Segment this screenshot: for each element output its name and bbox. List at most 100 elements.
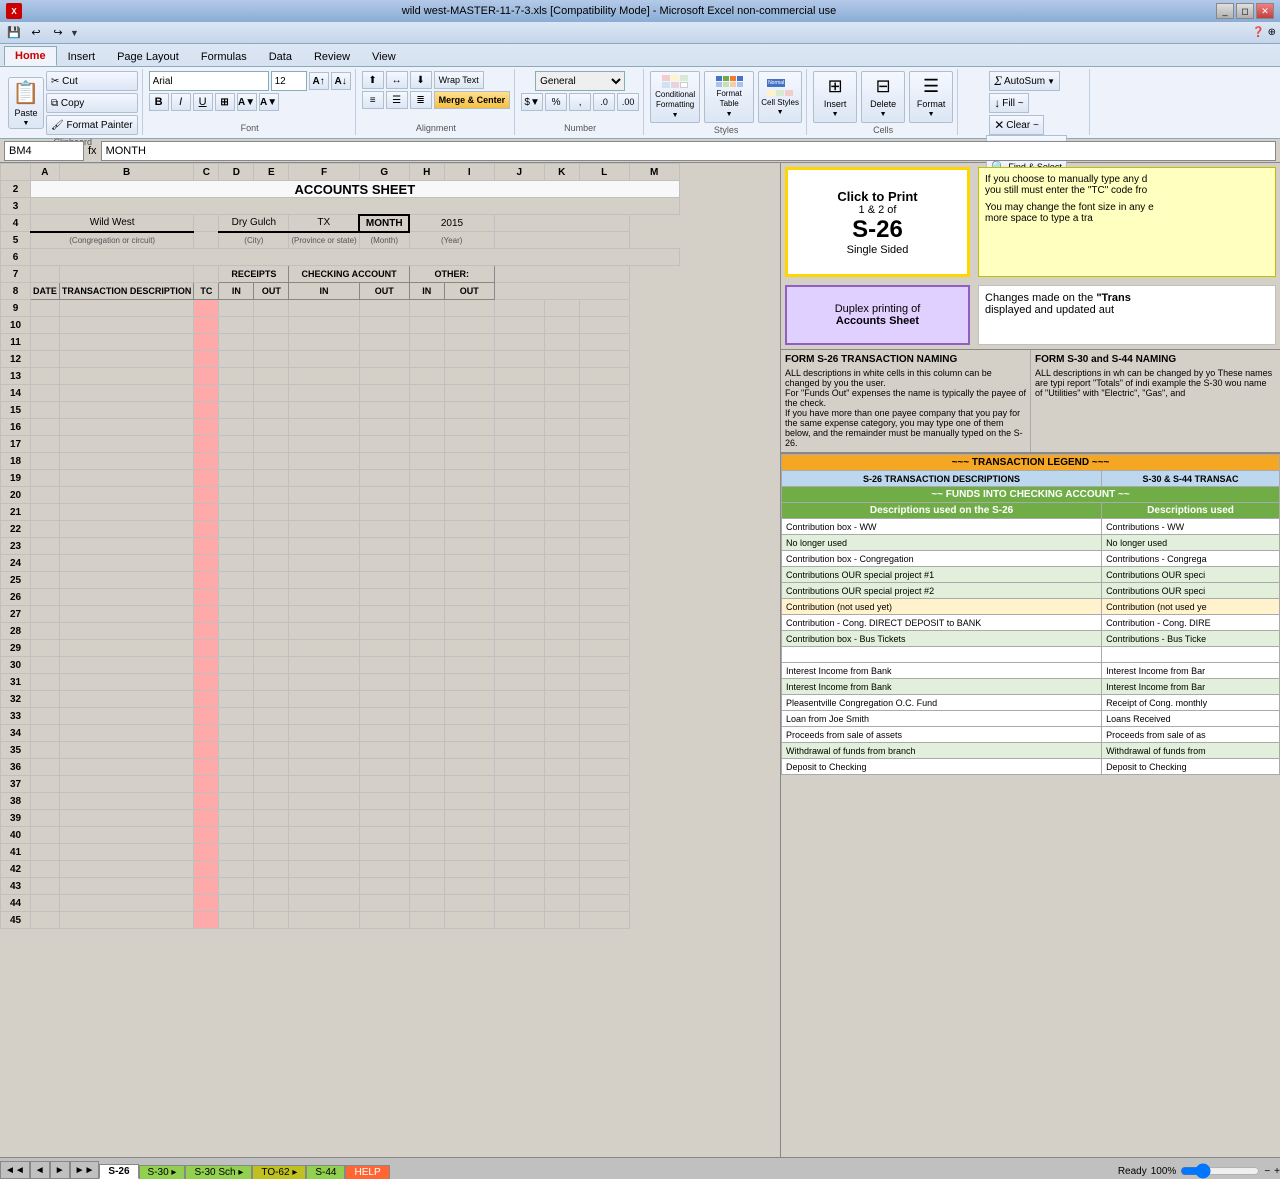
table-row: 11 xyxy=(1,334,680,351)
font-size-input[interactable] xyxy=(271,71,307,91)
click-to-print-box[interactable]: Click to Print 1 & 2 of S-26 Single Side… xyxy=(785,167,970,277)
save-button[interactable]: 💾 xyxy=(4,24,24,42)
sheet-nav-prev[interactable]: ◄ xyxy=(30,1161,50,1179)
align-center-button[interactable]: ☰ xyxy=(386,91,408,109)
table-row: 30 xyxy=(1,657,680,674)
clear-button[interactable]: ✕ Clear ~ xyxy=(989,115,1044,135)
accounts-title[interactable]: ACCOUNTS SHEET xyxy=(31,181,680,198)
restore-button[interactable]: ◻ xyxy=(1236,3,1254,19)
italic-button[interactable]: I xyxy=(171,93,191,111)
comma-button[interactable]: , xyxy=(569,93,591,111)
tab-insert[interactable]: Insert xyxy=(57,46,107,66)
col-header-I[interactable]: I xyxy=(444,164,494,181)
decrease-font-button[interactable]: A↓ xyxy=(331,72,351,90)
increase-decimal-button[interactable]: .00 xyxy=(617,93,639,111)
col-header-J[interactable]: J xyxy=(494,164,544,181)
alignment-content: ⬆ ↔ ⬇ Wrap Text ≡ ☰ ≣ Merge & Center xyxy=(362,71,511,121)
tab-page-layout[interactable]: Page Layout xyxy=(106,46,190,66)
r4c3 xyxy=(194,215,219,232)
format-painter-button[interactable]: 🖌 Format Painter xyxy=(46,115,138,135)
col-header-B[interactable]: B xyxy=(59,164,194,181)
sheet-tab-s26[interactable]: S-26 xyxy=(99,1164,138,1179)
col-header-L[interactable]: L xyxy=(579,164,629,181)
formula-input[interactable] xyxy=(101,141,1276,161)
tab-formulas[interactable]: Formulas xyxy=(190,46,258,66)
city-cell[interactable]: Dry Gulch xyxy=(219,215,289,232)
tab-data[interactable]: Data xyxy=(258,46,303,66)
bold-button[interactable]: B xyxy=(149,93,169,111)
undo-button[interactable]: ↩ xyxy=(26,24,46,42)
merge-center-button[interactable]: Merge & Center xyxy=(434,91,511,109)
increase-font-button[interactable]: A↑ xyxy=(309,72,329,90)
legend-s30-cell: Contributions - WW xyxy=(1102,519,1280,535)
paste-button[interactable]: 📋 Paste ▼ xyxy=(8,77,44,129)
tab-view[interactable]: View xyxy=(361,46,407,66)
sheet-tab-s30[interactable]: S-30 ▸ xyxy=(139,1165,186,1179)
sheet-tab-s30sch[interactable]: S-30 Sch ▸ xyxy=(185,1165,252,1179)
col-header-E[interactable]: E xyxy=(254,164,289,181)
autosum-button[interactable]: Σ AutoSum ▼ xyxy=(989,71,1060,91)
align-top-button[interactable]: ⬆ xyxy=(362,71,384,89)
close-button[interactable]: ✕ xyxy=(1256,3,1274,19)
align-middle-button[interactable]: ↔ xyxy=(386,71,408,89)
col-header-A[interactable]: A xyxy=(31,164,60,181)
font-name-input[interactable] xyxy=(149,71,269,91)
sheet-nav-next[interactable]: ► xyxy=(50,1161,70,1179)
spreadsheet[interactable]: A B C D E F G H I J K L M xyxy=(0,163,780,1157)
cut-button[interactable]: ✂ Cut xyxy=(46,71,138,91)
currency-button[interactable]: $▼ xyxy=(521,93,543,111)
tab-home[interactable]: Home xyxy=(4,46,57,66)
year-cell[interactable]: 2015 xyxy=(409,215,494,232)
border-button[interactable]: ⊞ xyxy=(215,93,235,111)
fill-color-button[interactable]: A▼ xyxy=(237,93,257,111)
conditional-formatting-button[interactable]: ConditionalFormatting ▼ xyxy=(650,71,700,123)
insert-button[interactable]: ⊞ Insert ▼ xyxy=(813,71,857,123)
row-num-23: 23 xyxy=(1,538,31,555)
province-cell[interactable]: TX xyxy=(289,215,359,232)
zoom-percent: 100% xyxy=(1151,1166,1177,1177)
redo-button[interactable]: ↪ xyxy=(48,24,68,42)
decrease-decimal-button[interactable]: .0 xyxy=(593,93,615,111)
underline-button[interactable]: U xyxy=(193,93,213,111)
table-row: 21 xyxy=(1,504,680,521)
sheet-nav-left[interactable]: ◄◄ xyxy=(0,1161,30,1179)
sheet-tab-help[interactable]: HELP xyxy=(345,1165,389,1179)
congregation-cell[interactable]: Wild West xyxy=(31,215,194,232)
c-out-header: OUT xyxy=(359,283,409,300)
sheet-nav-right[interactable]: ►► xyxy=(70,1161,100,1179)
copy-button[interactable]: ⧉ Copy xyxy=(46,93,138,113)
minimize-button[interactable]: _ xyxy=(1216,3,1234,19)
wrap-text-button[interactable]: Wrap Text xyxy=(434,71,484,89)
col-header-C[interactable]: C xyxy=(194,164,219,181)
editing-content: Σ AutoSum ▼ ↓ Fill ~ ✕ Clear ~ xyxy=(989,71,1060,135)
window-controls[interactable]: _ ◻ ✕ xyxy=(1216,3,1274,19)
tab-review[interactable]: Review xyxy=(303,46,361,66)
cell-styles-button[interactable]: Normal Cell Styles ▼ xyxy=(758,71,802,123)
align-bottom-button[interactable]: ⬇ xyxy=(410,71,432,89)
sheet-tab-to62[interactable]: TO-62 ▸ xyxy=(252,1165,306,1179)
align-row2: ≡ ☰ ≣ Merge & Center xyxy=(362,91,511,109)
zoom-slider[interactable] xyxy=(1180,1163,1260,1179)
col-header-D[interactable]: D xyxy=(219,164,254,181)
format-button[interactable]: ☰ Format ▼ xyxy=(909,71,953,123)
delete-button[interactable]: ⊟ Delete ▼ xyxy=(861,71,905,123)
col-header-M[interactable]: M xyxy=(629,164,679,181)
align-right-button[interactable]: ≣ xyxy=(410,91,432,109)
duplex-box[interactable]: Duplex printing of Accounts Sheet xyxy=(785,285,970,345)
row-num-26: 26 xyxy=(1,589,31,606)
col-header-K[interactable]: K xyxy=(544,164,579,181)
name-box[interactable] xyxy=(4,141,84,161)
sheet-tab-s44[interactable]: S-44 xyxy=(306,1165,345,1179)
font-color-button[interactable]: A▼ xyxy=(259,93,279,111)
format-as-table-button[interactable]: FormatTable ▼ xyxy=(704,71,754,123)
fill-button[interactable]: ↓ Fill ~ xyxy=(989,93,1028,113)
col-header-H[interactable]: H xyxy=(409,164,444,181)
col-header-F[interactable]: F xyxy=(289,164,359,181)
col-header-G[interactable]: G xyxy=(359,164,409,181)
number-format-select[interactable]: General Number Currency Accounting Date … xyxy=(535,71,625,91)
row-num-21: 21 xyxy=(1,504,31,521)
percent-button[interactable]: % xyxy=(545,93,567,111)
align-left-button[interactable]: ≡ xyxy=(362,91,384,109)
list-item: Interest Income from BankInterest Income… xyxy=(782,679,1280,695)
month-cell[interactable]: MONTH xyxy=(359,215,409,232)
